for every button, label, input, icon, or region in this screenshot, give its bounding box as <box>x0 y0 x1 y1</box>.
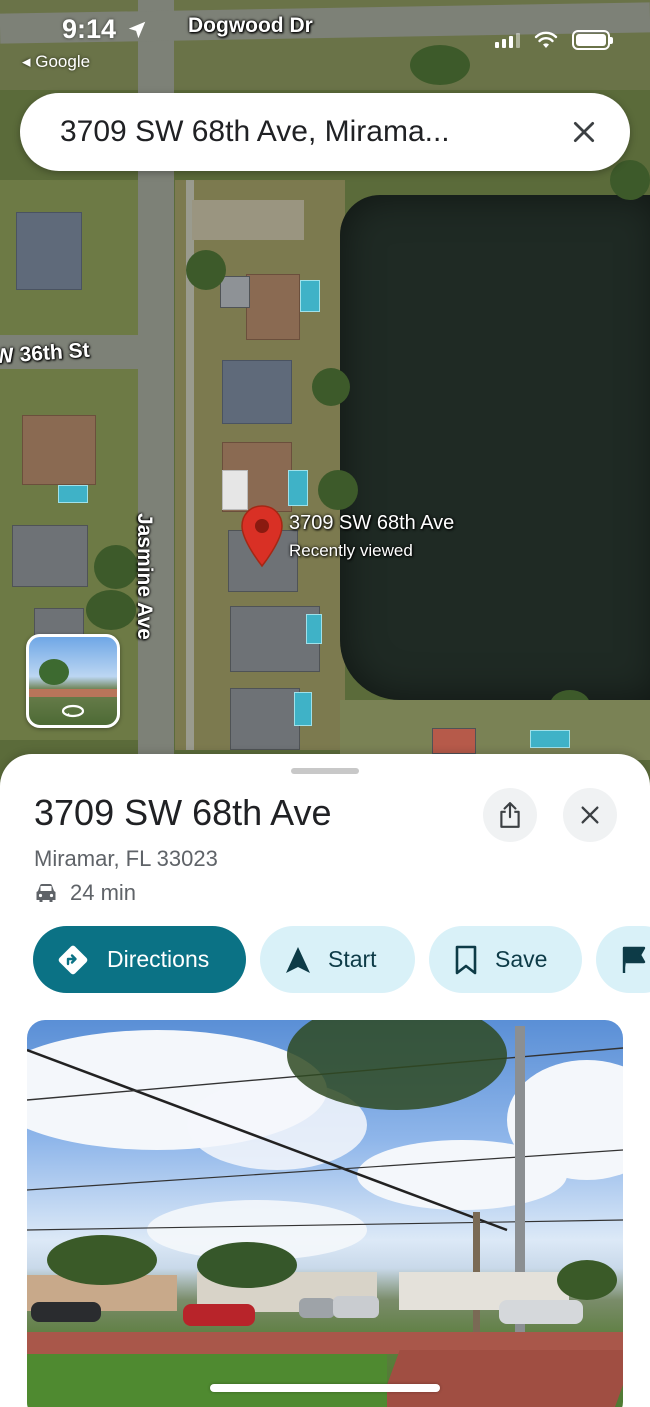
place-address: Miramar, FL 33023 <box>34 846 218 871</box>
label-button[interactable] <box>596 926 650 993</box>
bookmark-icon <box>455 945 477 974</box>
share-icon <box>500 802 520 828</box>
close-icon <box>573 121 595 143</box>
pin-label-title: 3709 SW 68th Ave <box>289 512 455 534</box>
search-bar[interactable]: 3709 SW 68th Ave, Mirama... <box>20 93 630 171</box>
sheet-drag-handle[interactable] <box>291 768 359 774</box>
action-chips: Directions Start Save <box>33 926 650 993</box>
street-label-dogwood: Dogwood Dr <box>188 14 313 37</box>
directions-button[interactable]: Directions <box>33 926 246 993</box>
home-indicator[interactable] <box>210 1384 440 1392</box>
share-button[interactable] <box>483 788 537 842</box>
location-arrow-icon <box>128 21 146 39</box>
directions-icon <box>58 945 88 974</box>
status-time: 9:14 <box>62 14 117 44</box>
start-button[interactable]: Start <box>260 926 415 993</box>
status-icons <box>495 30 613 50</box>
directions-label: Directions <box>107 946 210 972</box>
close-icon <box>581 806 599 824</box>
eta-row: 24 min <box>34 880 136 906</box>
wifi-icon <box>534 31 558 48</box>
cell-signal-icon <box>495 32 520 48</box>
place-title: 3709 SW 68th Ave <box>34 792 332 833</box>
save-label: Save <box>495 946 548 972</box>
lake <box>340 195 650 700</box>
street-view-thumbnail[interactable] <box>26 634 120 728</box>
start-label: Start <box>328 946 377 972</box>
pin-label-subtitle: Recently viewed <box>289 541 413 560</box>
location-pin-icon[interactable] <box>240 504 284 568</box>
street-view-photo[interactable] <box>27 1020 623 1407</box>
search-input[interactable]: 3709 SW 68th Ave, Mirama... <box>60 115 564 149</box>
car-icon <box>36 884 56 902</box>
map-view[interactable]: Dogwood Dr W 36th St Jasmine Ave 9:14 ◂ … <box>0 0 650 790</box>
place-sheet[interactable]: 3709 SW 68th Ave Miramar, FL 33023 24 mi… <box>0 754 650 1407</box>
back-to-google-link[interactable]: ◂ Google <box>22 52 90 72</box>
battery-icon <box>572 30 613 50</box>
save-button[interactable]: Save <box>429 926 582 993</box>
navigation-arrow-icon <box>286 946 310 973</box>
close-sheet-button[interactable] <box>563 788 617 842</box>
clear-search-button[interactable] <box>564 112 604 152</box>
street-label-jasmine: Jasmine Ave <box>133 513 156 640</box>
flag-icon <box>622 946 646 973</box>
rotate-360-icon <box>61 704 85 718</box>
eta-text: 24 min <box>70 880 137 905</box>
